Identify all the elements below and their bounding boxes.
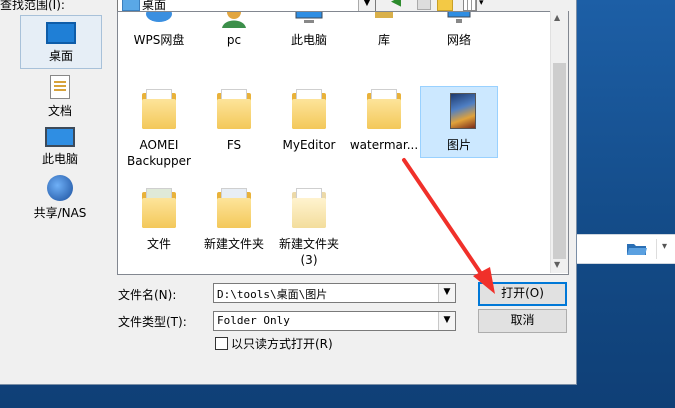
annotation-arrow-shaft — [402, 158, 486, 280]
annotation-arrow-head — [473, 267, 495, 294]
annotation-arrow — [402, 158, 495, 294]
